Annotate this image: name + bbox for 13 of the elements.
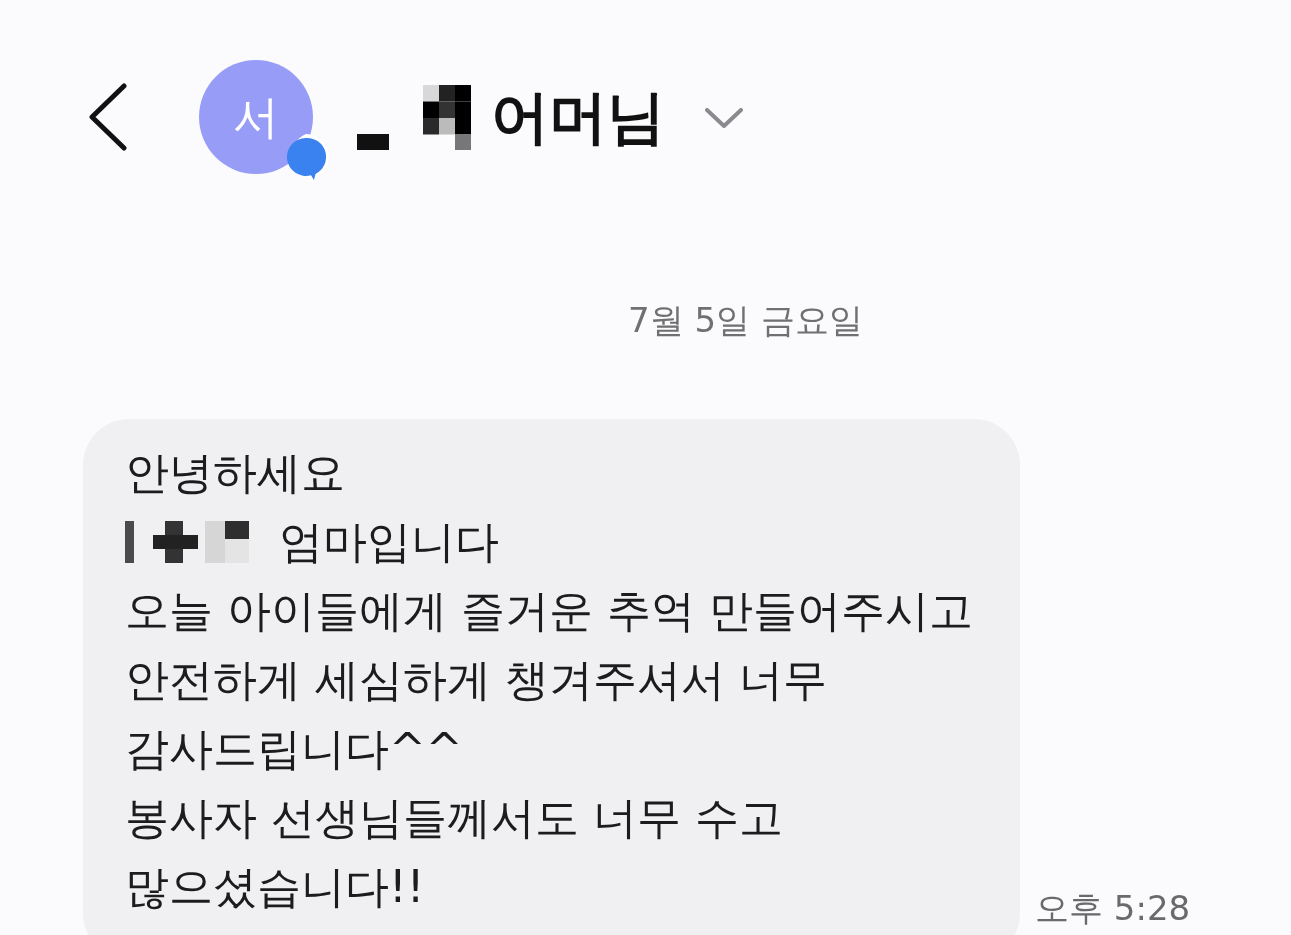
message-time: 오후 5:28 xyxy=(1035,891,1191,925)
message-line: 안전하게 세심하게 챙겨주셔서 너무 xyxy=(125,657,827,702)
message-line: 안녕하세요 xyxy=(125,450,345,495)
back-icon[interactable] xyxy=(88,83,128,151)
message-line: 감사드립니다^^ xyxy=(125,726,463,771)
message-line: 엄마입니다 xyxy=(279,519,499,564)
contact-name: 어머님 xyxy=(491,88,665,146)
date-divider: 7월 5일 금요일 xyxy=(628,303,863,337)
message-line: 봉사자 선생님들께서도 너무 수고 xyxy=(125,795,783,840)
message-line: 많으셨습니다!! xyxy=(125,864,425,909)
message-line: 오늘 아이들에게 즐거운 추억 만들어주시고 xyxy=(125,588,973,633)
chevron-down-icon[interactable] xyxy=(705,108,743,128)
contact-avatar: 서 xyxy=(199,60,313,174)
